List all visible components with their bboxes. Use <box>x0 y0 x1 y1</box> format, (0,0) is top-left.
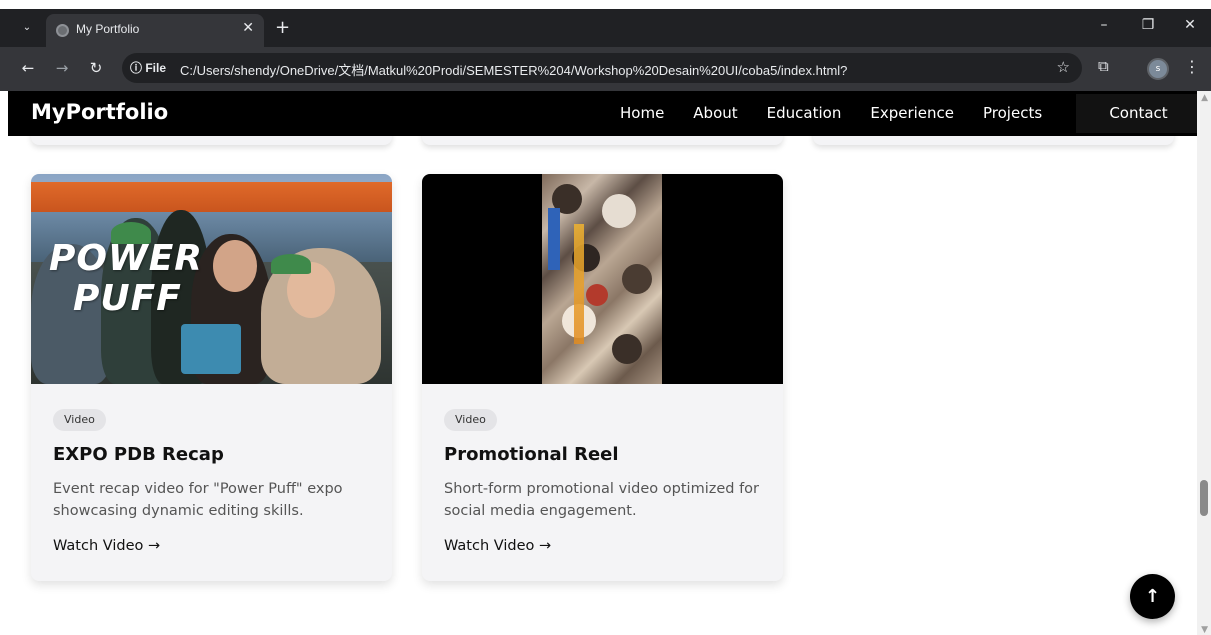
project-thumbnail[interactable] <box>422 174 783 384</box>
watch-video-link[interactable]: Watch Video → <box>444 538 551 554</box>
address-bar[interactable]: ⓘ File C:/Users/shendy/OneDrive/文档/Matku… <box>122 53 1082 83</box>
project-title: EXPO PDB Recap <box>53 444 224 465</box>
extensions-icon[interactable]: ⧉ <box>1098 57 1109 75</box>
browser-toolbar: ← → ↻ ⓘ File C:/Users/shendy/OneDrive/文档… <box>0 47 1211 91</box>
site-info-chip[interactable]: ⓘ File <box>130 59 166 76</box>
reload-icon[interactable]: ↻ <box>86 59 106 77</box>
tab-search-chevron-icon[interactable]: ⌄ <box>20 21 34 35</box>
menu-kebab-icon[interactable]: ⋮ <box>1184 57 1200 76</box>
thumbnail-title-line-2: PUFF <box>73 278 182 319</box>
forward-arrow-icon[interactable]: → <box>52 59 72 77</box>
nav-education[interactable]: Education <box>767 91 842 136</box>
browser-tab[interactable]: My Portfolio ✕ <box>46 14 264 47</box>
close-tab-icon[interactable]: ✕ <box>242 20 254 36</box>
scroll-up-arrow-icon[interactable]: ▲ <box>1201 93 1208 103</box>
reportase-banner <box>548 208 560 270</box>
watch-video-link[interactable]: Watch Video → <box>53 538 160 554</box>
new-tab-icon[interactable]: + <box>275 17 290 38</box>
nav-home[interactable]: Home <box>620 91 664 136</box>
category-badge: Video <box>53 409 106 431</box>
nav-about[interactable]: About <box>693 91 737 136</box>
window-close-icon[interactable]: ✕ <box>1180 17 1200 33</box>
nav-projects[interactable]: Projects <box>983 91 1042 136</box>
profile-avatar[interactable]: s <box>1147 58 1169 80</box>
project-thumbnail[interactable]: POWER PUFF <box>31 174 392 384</box>
scroll-down-arrow-icon[interactable]: ▼ <box>1201 625 1208 635</box>
tab-title: My Portfolio <box>76 22 140 36</box>
thumbnail-title-line-1: POWER <box>49 238 204 279</box>
overlay-caption <box>574 224 584 344</box>
restore-icon[interactable]: ❐ <box>1138 17 1158 33</box>
globe-icon <box>56 24 69 37</box>
site-navbar: MyPortfolio Home About Education Experie… <box>8 91 1201 136</box>
project-description: Event recap video for "Power Puff" expo … <box>53 481 343 519</box>
url-text[interactable]: C:/Users/shendy/OneDrive/文档/Matkul%20Pro… <box>180 60 847 79</box>
back-arrow-icon[interactable]: ← <box>18 59 38 77</box>
bookmark-star-icon[interactable]: ☆ <box>1057 58 1070 76</box>
project-description: Short-form promotional video optimized f… <box>444 481 760 519</box>
nav-experience[interactable]: Experience <box>870 91 954 136</box>
nav-links: Home About Education Experience Projects <box>620 91 1071 136</box>
page-viewport: MyPortfolio Home About Education Experie… <box>0 91 1211 635</box>
site-logo[interactable]: MyPortfolio <box>31 100 168 124</box>
category-badge: Video <box>444 409 497 431</box>
project-title: Promotional Reel <box>444 444 619 465</box>
browser-tab-bar: ⌄ My Portfolio ✕ + – ❐ ✕ <box>0 9 1211 47</box>
minimize-icon[interactable]: – <box>1094 17 1114 33</box>
back-to-top-button[interactable]: ↑ <box>1130 574 1175 619</box>
contact-button[interactable]: Contact <box>1076 94 1201 133</box>
project-card: Video Promotional Reel Short-form promot… <box>422 174 783 581</box>
project-card: POWER PUFF Video EXPO PDB Recap Event re… <box>31 174 392 581</box>
scroll-thumb[interactable] <box>1200 480 1208 516</box>
page-scrollbar[interactable]: ▲ ▼ <box>1197 91 1211 635</box>
